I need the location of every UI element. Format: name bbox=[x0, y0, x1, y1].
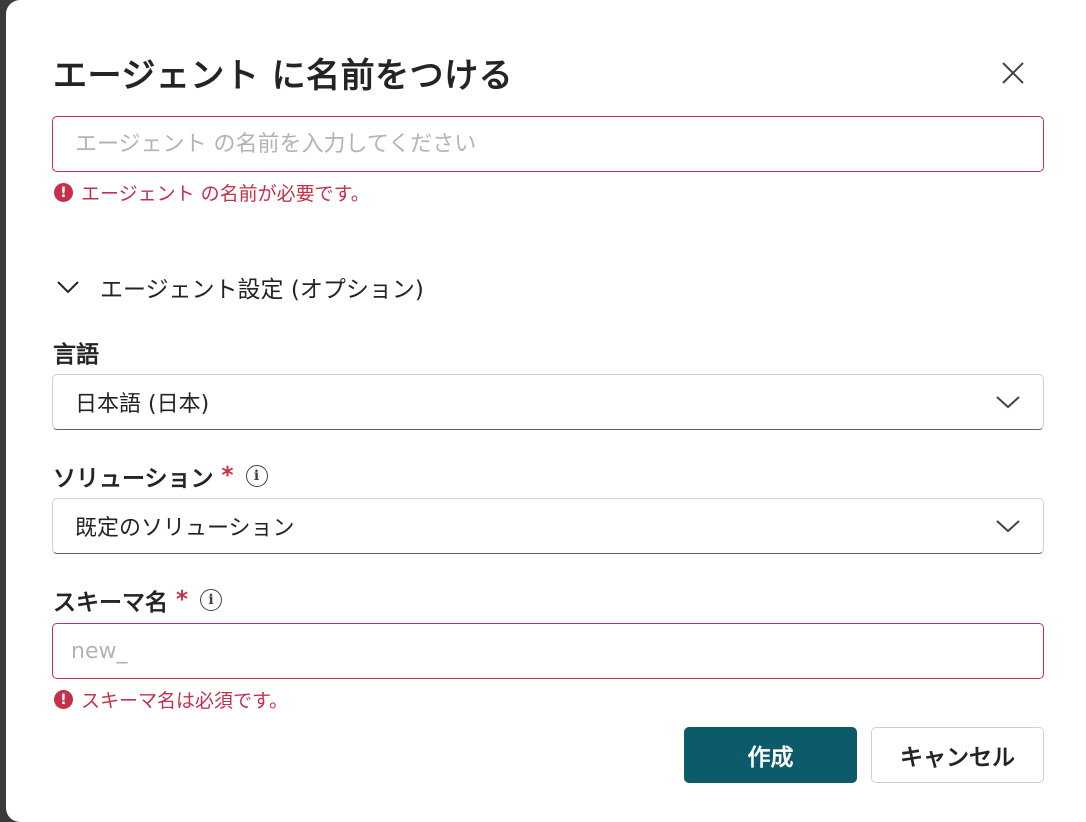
solution-select[interactable]: 既定のソリューション bbox=[52, 498, 1044, 554]
error-icon: ! bbox=[54, 690, 73, 709]
info-icon[interactable]: i bbox=[200, 589, 223, 611]
agent-settings-label: エージェント設定 (オプション) bbox=[100, 277, 424, 303]
schema-name-error-text: スキーマ名は必須です。 bbox=[81, 690, 289, 712]
create-button[interactable]: 作成 bbox=[684, 727, 857, 783]
info-icon[interactable]: i bbox=[245, 465, 268, 487]
schema-name-input[interactable] bbox=[52, 623, 1044, 679]
chevron-down-icon bbox=[57, 281, 79, 294]
agent-name-error-text: エージェント の名前が必要です。 bbox=[81, 183, 370, 205]
agent-name-input[interactable] bbox=[52, 116, 1044, 172]
agent-name-dialog: エージェント に名前をつける ! エージェント の名前が必要です。 エージェント… bbox=[6, 0, 1086, 822]
language-selected-value: 日本語 (日本) bbox=[75, 392, 210, 417]
agent-name-error: ! エージェント の名前が必要です。 bbox=[54, 179, 370, 206]
chevron-down-icon bbox=[996, 520, 1020, 533]
close-button[interactable] bbox=[996, 56, 1030, 90]
error-icon: ! bbox=[54, 183, 73, 202]
language-label-text: 言語 bbox=[53, 342, 99, 368]
agent-settings-toggle[interactable]: エージェント設定 (オプション) bbox=[56, 270, 424, 304]
required-mark: * bbox=[176, 587, 189, 613]
language-select[interactable]: 日本語 (日本) bbox=[52, 374, 1044, 430]
language-label: 言語 bbox=[53, 335, 99, 369]
required-mark: * bbox=[221, 463, 234, 489]
chevron-down-icon bbox=[996, 396, 1020, 409]
schema-name-error: ! スキーマ名は必須です。 bbox=[54, 686, 288, 713]
solution-label: ソリューション * i bbox=[53, 459, 268, 493]
dialog-title: エージェント に名前をつける bbox=[53, 56, 514, 96]
schema-name-label-text: スキーマ名 bbox=[53, 590, 168, 616]
schema-name-label: スキーマ名 * i bbox=[53, 583, 223, 617]
solution-label-text: ソリューション bbox=[53, 466, 214, 492]
close-icon bbox=[1002, 62, 1024, 84]
cancel-button[interactable]: キャンセル bbox=[871, 727, 1044, 783]
solution-selected-value: 既定のソリューション bbox=[75, 516, 295, 541]
